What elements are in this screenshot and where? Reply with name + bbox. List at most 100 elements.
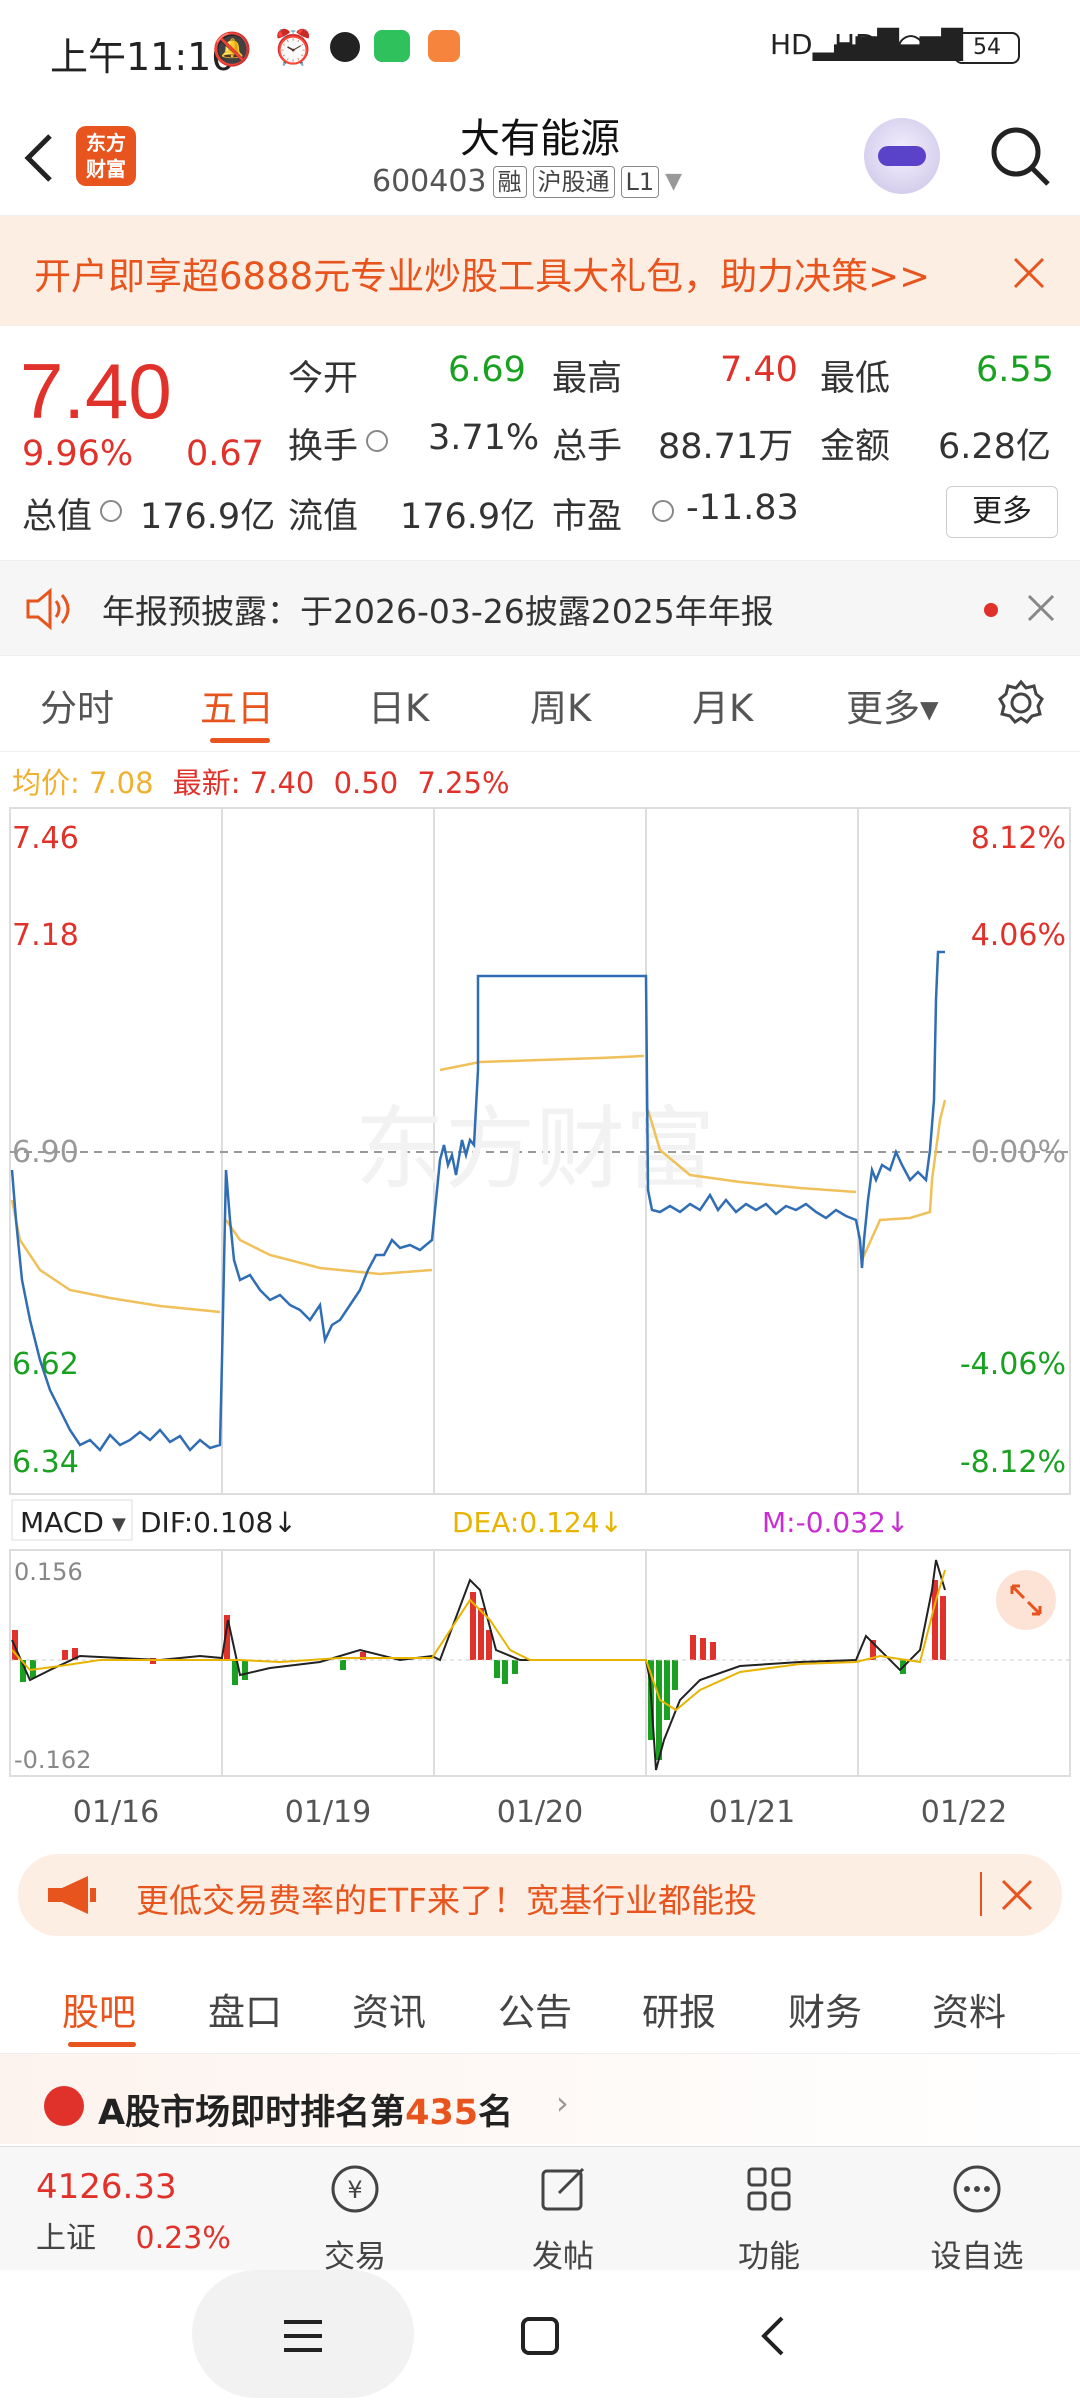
- app2-icon: [428, 30, 460, 62]
- tab-profile[interactable]: 资料: [932, 1982, 1006, 2036]
- app-icon: [330, 32, 360, 62]
- tab-weekly-k[interactable]: 周K: [530, 678, 591, 732]
- amount-label: 金额: [820, 427, 891, 467]
- megaphone-icon: [48, 1876, 96, 1914]
- tab-announcements[interactable]: 公告: [498, 1982, 572, 2036]
- chart-svg[interactable]: 东方财富 7.46 7.18 6.90 6.62 6.34 8.12% 4.06…: [0, 800, 1080, 1840]
- expand-button[interactable]: [996, 1570, 1056, 1630]
- edit-icon: [541, 2167, 585, 2211]
- dea-value: DEA:0.124↓: [452, 1506, 623, 1539]
- connect-tag: 沪股通: [532, 165, 615, 198]
- tab-finance[interactable]: 财务: [788, 1982, 862, 2036]
- promo-banner[interactable]: 开户即享超6888元专业炒股工具大礼包，助力决策>>: [0, 216, 1080, 326]
- tab-guba[interactable]: 股吧: [62, 1982, 136, 2036]
- system-nav-bar: [0, 2270, 1080, 2400]
- latest-change: 0.50: [333, 766, 399, 800]
- nav-trade[interactable]: ¥ 交易: [280, 2161, 430, 2276]
- ad-text: 更低交易费率的ETF来了！宽基行业都能投: [136, 1881, 757, 1920]
- index-change: 0.23%: [135, 2221, 231, 2256]
- rank-prefix: A股市场即时排名第: [98, 2093, 406, 2133]
- float-value: 176.9亿: [400, 497, 536, 537]
- stock-subtitle[interactable]: 600403 融 沪股通 L1 ▼: [372, 164, 682, 199]
- mktcap-value: 176.9亿: [140, 497, 276, 537]
- search-icon[interactable]: [986, 122, 1056, 192]
- chart-tabs: 分时 五日 日K 周K 月K 更多▾: [0, 656, 1080, 752]
- nav-add-watchlist[interactable]: 设自选: [902, 2161, 1052, 2276]
- active-tab-indicator: [210, 738, 270, 743]
- date-label: 01/19: [285, 1795, 371, 1830]
- alarm-icon: ⏰: [272, 28, 315, 68]
- info-icon[interactable]: [652, 500, 674, 522]
- price-summary: 均价: 7.08 最新: 7.40 0.50 7.25%: [12, 760, 510, 802]
- close-icon[interactable]: [1000, 1878, 1034, 1912]
- y-pct-label: 0.00%: [971, 1135, 1066, 1170]
- battery-icon: 54: [954, 32, 1020, 64]
- grid-icon: [747, 2167, 791, 2211]
- back-nav-icon[interactable]: [758, 2314, 788, 2358]
- chevron-right-icon: ›: [556, 2084, 569, 2122]
- divider: [980, 1872, 982, 1916]
- m-value: M:-0.032↓: [762, 1506, 909, 1539]
- date-label: 01/22: [921, 1795, 1007, 1830]
- dropdown-icon: ▼: [112, 1514, 126, 1535]
- date-label: 01/21: [709, 1795, 795, 1830]
- rank-number: 435: [405, 2093, 479, 2133]
- menu-icon[interactable]: [282, 2318, 324, 2354]
- nav-functions[interactable]: 功能: [694, 2161, 844, 2276]
- active-tab-indicator: [68, 2042, 136, 2047]
- date-label: 01/20: [497, 1795, 583, 1830]
- nav-post[interactable]: 发帖: [488, 2161, 638, 2276]
- stock-code: 600403: [372, 164, 487, 199]
- low-label: 最低: [820, 359, 891, 399]
- index-ticker[interactable]: 4126.33 上证 0.23%: [36, 2167, 231, 2257]
- home-icon[interactable]: [520, 2316, 560, 2356]
- notice-bar[interactable]: 年报预披露：于2026-03-26披露2025年年报: [0, 560, 1080, 656]
- y-label: 7.46: [12, 821, 79, 856]
- five-day-chart[interactable]: 东方财富 7.46 7.18 6.90 6.62 6.34 8.12% 4.06…: [0, 800, 1080, 1840]
- tab-monthly-k[interactable]: 月K: [692, 678, 753, 732]
- mktcap-label: 总值: [22, 497, 93, 537]
- latest-change-pct: 7.25%: [417, 766, 510, 800]
- close-icon[interactable]: [1026, 593, 1056, 623]
- etf-ad-banner[interactable]: 更低交易费率的ETF来了！宽基行业都能投: [18, 1854, 1062, 1936]
- low-value: 6.55: [976, 350, 1054, 390]
- more-dots-icon: [953, 2165, 1001, 2213]
- change-value: 0.67: [186, 434, 264, 474]
- close-icon[interactable]: [1012, 256, 1046, 290]
- gear-icon[interactable]: [996, 678, 1046, 728]
- y-pct-label: -8.12%: [960, 1445, 1066, 1480]
- index-value: 4126.33: [36, 2167, 177, 2207]
- red-dot-icon: [984, 603, 998, 617]
- tab-pankou[interactable]: 盘口: [208, 1982, 282, 2036]
- dif-line: [11, 1559, 946, 1771]
- amount-value: 6.28亿: [938, 427, 1051, 467]
- notice-text: 年报预披露：于2026-03-26披露2025年年报: [102, 592, 774, 631]
- svg-text:¥: ¥: [347, 2176, 362, 2204]
- stock-header: 东方 财富 大有能源 600403 融 沪股通 L1 ▼: [0, 100, 1080, 216]
- margin-tag: 融: [492, 165, 527, 198]
- turnover-value: 3.71%: [428, 418, 540, 458]
- quote-panel: 7.40 9.96% 0.67 今开 6.69 最高 7.40 最低 6.55 …: [0, 326, 1080, 546]
- tab-research[interactable]: 研报: [642, 1982, 716, 2036]
- tab-more[interactable]: 更多▾: [846, 678, 939, 732]
- open-value: 6.69: [448, 350, 526, 390]
- promo-text: 开户即享超6888元专业炒股工具大礼包，助力决策>>: [34, 255, 931, 298]
- market-rank-row[interactable]: A股市场即时排名第435名 ›: [0, 2054, 1080, 2144]
- high-value: 7.40: [720, 350, 798, 390]
- macd-max-label: 0.156: [14, 1558, 83, 1586]
- bottom-nav: 4126.33 上证 0.23% ¥ 交易 发帖 功能 设自选: [0, 2146, 1080, 2275]
- macd-min-label: -0.162: [14, 1746, 91, 1774]
- more-button[interactable]: 更多: [946, 486, 1058, 538]
- tab-news[interactable]: 资讯: [352, 1982, 426, 2036]
- change-pct: 9.96%: [22, 434, 134, 474]
- tab-five-day[interactable]: 五日: [200, 678, 274, 732]
- macd-label[interactable]: MACD: [20, 1506, 104, 1539]
- pe-value: -11.83: [686, 488, 799, 528]
- tab-intraday[interactable]: 分时: [40, 678, 114, 732]
- y-label: 6.34: [12, 1445, 79, 1480]
- tab-daily-k[interactable]: 日K: [368, 678, 429, 732]
- latest-value: 7.40: [249, 766, 315, 800]
- info-icon[interactable]: [100, 500, 122, 522]
- info-icon[interactable]: [366, 430, 388, 452]
- robot-avatar[interactable]: [864, 118, 940, 194]
